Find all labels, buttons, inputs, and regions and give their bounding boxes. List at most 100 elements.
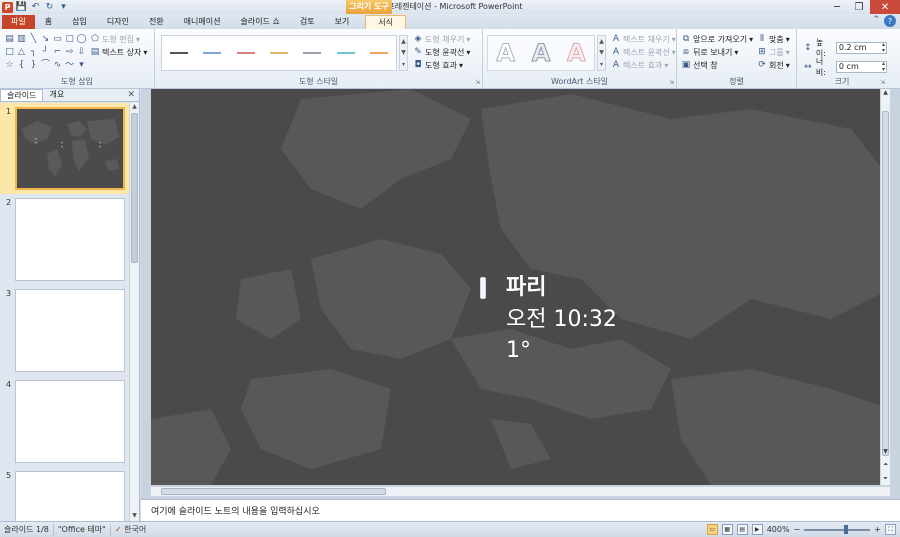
- rectangle-shape-icon[interactable]: ▭: [52, 33, 63, 45]
- powerpoint-app-icon[interactable]: P: [2, 1, 13, 13]
- maximize-button[interactable]: ❐: [848, 0, 870, 14]
- zoom-level[interactable]: 400%: [767, 525, 790, 534]
- triangle-shape-icon[interactable]: △: [16, 46, 27, 58]
- minimize-button[interactable]: ─: [826, 0, 848, 14]
- weather-textbox[interactable]: 파리 오전 10:32 1°: [506, 272, 617, 366]
- bring-forward-button[interactable]: ⧉ 앞으로 가져오기 ▾: [681, 33, 753, 45]
- curve-shape-icon[interactable]: ⌒: [40, 59, 51, 71]
- width-input[interactable]: 0 cm ▴ ▾: [835, 61, 887, 73]
- vertical-textbox-shape-icon[interactable]: ▥: [16, 33, 27, 45]
- height-spinner-icon[interactable]: ▴ ▾: [882, 42, 885, 54]
- help-icon[interactable]: ?: [884, 15, 896, 27]
- shape-styles-launcher-icon[interactable]: ⇲: [475, 79, 480, 86]
- text-box-button[interactable]: ▤ 텍스트 상자 ▾: [90, 46, 148, 58]
- shape-styles-gallery-scroll[interactable]: ▲ ▼ ▾: [399, 35, 408, 71]
- close-button[interactable]: ✕: [870, 0, 900, 14]
- tab-view[interactable]: 보기: [325, 15, 360, 29]
- star-shape-icon[interactable]: ☆: [4, 59, 15, 71]
- scroll-up-icon[interactable]: ▲: [881, 89, 890, 96]
- text-effects-button[interactable]: A 텍스트 효과 ▾: [611, 59, 676, 71]
- wordart-style-3[interactable]: A: [562, 39, 590, 68]
- freeform-shape-icon[interactable]: ∿: [52, 59, 63, 71]
- elbow-arrow-icon[interactable]: ┘: [40, 46, 51, 58]
- shape-style-swatch[interactable]: [336, 52, 355, 54]
- slideshow-view-icon[interactable]: ▶: [751, 524, 763, 535]
- scroll-down-icon[interactable]: ▼: [881, 448, 890, 455]
- shape-outline-button[interactable]: ✎ 도형 윤곽선 ▾: [413, 46, 470, 58]
- undo-icon[interactable]: ↶: [30, 2, 41, 13]
- height-input[interactable]: 0.2 cm ▴ ▾: [835, 42, 887, 54]
- wordart-style-2[interactable]: A: [527, 39, 555, 68]
- align-button[interactable]: ⫴ 맞춤 ▾: [757, 33, 790, 45]
- shape-style-swatch[interactable]: [169, 52, 188, 54]
- zoom-slider[interactable]: [804, 524, 871, 534]
- shape-style-swatch[interactable]: [203, 52, 222, 54]
- zoom-in-icon[interactable]: +: [874, 525, 881, 534]
- language-indicator[interactable]: ✓ 한국어: [111, 524, 150, 536]
- normal-view-icon[interactable]: ▭: [706, 524, 718, 535]
- fit-to-window-icon[interactable]: ⛶: [885, 524, 896, 535]
- slide-canvas[interactable]: 파리 오전 10:32 1° ▲ ▼ ⏶ ⏷: [151, 89, 890, 485]
- tab-outline[interactable]: 개요: [43, 89, 70, 101]
- more-shapes-icon[interactable]: ▾: [76, 59, 87, 71]
- tab-file[interactable]: 파일: [2, 15, 35, 29]
- wordart-gallery-scroll[interactable]: ▲ ▼ ▾: [597, 35, 606, 71]
- close-brace-shape-icon[interactable]: }: [28, 59, 39, 71]
- shape-style-swatch[interactable]: [303, 52, 322, 54]
- save-icon[interactable]: 💾: [16, 2, 27, 13]
- wordart-style-1[interactable]: A: [492, 39, 520, 68]
- group-button[interactable]: ⊞ 그룹 ▾: [757, 46, 790, 58]
- tab-slideshow[interactable]: 슬라이드 쇼: [230, 15, 289, 29]
- notes-placeholder[interactable]: 여기에 슬라이드 노트의 내용을 입력하십시오: [151, 504, 320, 517]
- slide-horizontal-scrollbar[interactable]: [151, 486, 890, 496]
- slide-thumbnail-row[interactable]: 1 ━ ━ ━ ━ ━ ━: [0, 103, 129, 194]
- brace-shape-icon[interactable]: {: [16, 59, 27, 71]
- slide-thumbnail-3[interactable]: [15, 289, 125, 372]
- right-arrow-shape-icon[interactable]: ⇨: [64, 46, 75, 58]
- customize-qat-icon[interactable]: ▾: [58, 2, 69, 13]
- slide-thumbnail-row[interactable]: 5: [0, 467, 129, 521]
- tab-animations[interactable]: 애니메이션: [174, 15, 231, 29]
- arrow-line-shape-icon[interactable]: ↘: [40, 33, 51, 45]
- zoom-out-icon[interactable]: −: [794, 525, 801, 534]
- rotate-button[interactable]: ⟳ 회전 ▾: [757, 59, 790, 71]
- tab-slides[interactable]: 슬라이드: [0, 89, 44, 101]
- tab-transitions[interactable]: 전환: [139, 15, 174, 29]
- shapes-gallery[interactable]: ▤ ▥ ╲ ↘ ▭ ▢ ◯ □ △ ┐ ┘ ⌐ ⇨ ⇩ ☆ { } ⌒ ∿ 〜 …: [4, 33, 87, 71]
- oval-shape-icon[interactable]: ◯: [76, 33, 87, 45]
- notes-pane[interactable]: 여기에 슬라이드 노트의 내용을 입력하십시오: [141, 499, 900, 521]
- tab-format[interactable]: 서식: [365, 15, 407, 29]
- shape-style-swatch[interactable]: [236, 52, 255, 54]
- slides-panel-scrollbar[interactable]: ▲ ▼: [129, 103, 139, 521]
- textbox-shape-icon[interactable]: ▤: [4, 33, 15, 45]
- wordart-gallery[interactable]: A A A: [487, 35, 595, 71]
- square-shape-icon[interactable]: □: [4, 46, 15, 58]
- scroll-thumb[interactable]: [882, 111, 889, 456]
- bracket-shape-icon[interactable]: ⌐: [52, 46, 63, 58]
- minimize-ribbon-icon[interactable]: ⌃: [872, 15, 880, 27]
- selection-pane-button[interactable]: ▣ 선택 창: [681, 59, 753, 71]
- slide-sorter-icon[interactable]: ▦: [721, 524, 733, 535]
- scroll-thumb[interactable]: [161, 488, 386, 495]
- shape-effects-button[interactable]: ◘ 도형 효과 ▾: [413, 59, 470, 71]
- slide-thumbnail-5[interactable]: [15, 471, 125, 521]
- scroll-up-icon[interactable]: ▲: [130, 103, 139, 112]
- slide-thumbnail-2[interactable]: [15, 198, 125, 281]
- redo-icon[interactable]: ↻: [44, 2, 55, 13]
- previous-slide-icon[interactable]: ⏶: [881, 461, 890, 469]
- tab-design[interactable]: 디자인: [97, 15, 139, 29]
- next-slide-icon[interactable]: ⏷: [881, 475, 890, 483]
- slide-thumbnail-row[interactable]: 3: [0, 285, 129, 376]
- slide-thumbnail-row[interactable]: 4: [0, 376, 129, 467]
- slide-thumbnail-1[interactable]: ━ ━ ━ ━ ━ ━: [15, 107, 125, 190]
- width-spinner-icon[interactable]: ▴ ▾: [882, 61, 885, 73]
- slide-thumbnail-4[interactable]: [15, 380, 125, 463]
- slide-thumbnail-row[interactable]: 2: [0, 194, 129, 285]
- text-outline-button[interactable]: A 텍스트 윤곽선 ▾: [611, 46, 676, 58]
- shape-style-swatch[interactable]: [370, 52, 389, 54]
- close-icon[interactable]: ✕: [127, 90, 135, 100]
- reading-view-icon[interactable]: ▤: [736, 524, 748, 535]
- line-shape-icon[interactable]: ╲: [28, 33, 39, 45]
- shape-styles-gallery[interactable]: [161, 35, 397, 71]
- slide-vertical-scrollbar[interactable]: ▲ ▼ ⏶ ⏷: [880, 89, 890, 485]
